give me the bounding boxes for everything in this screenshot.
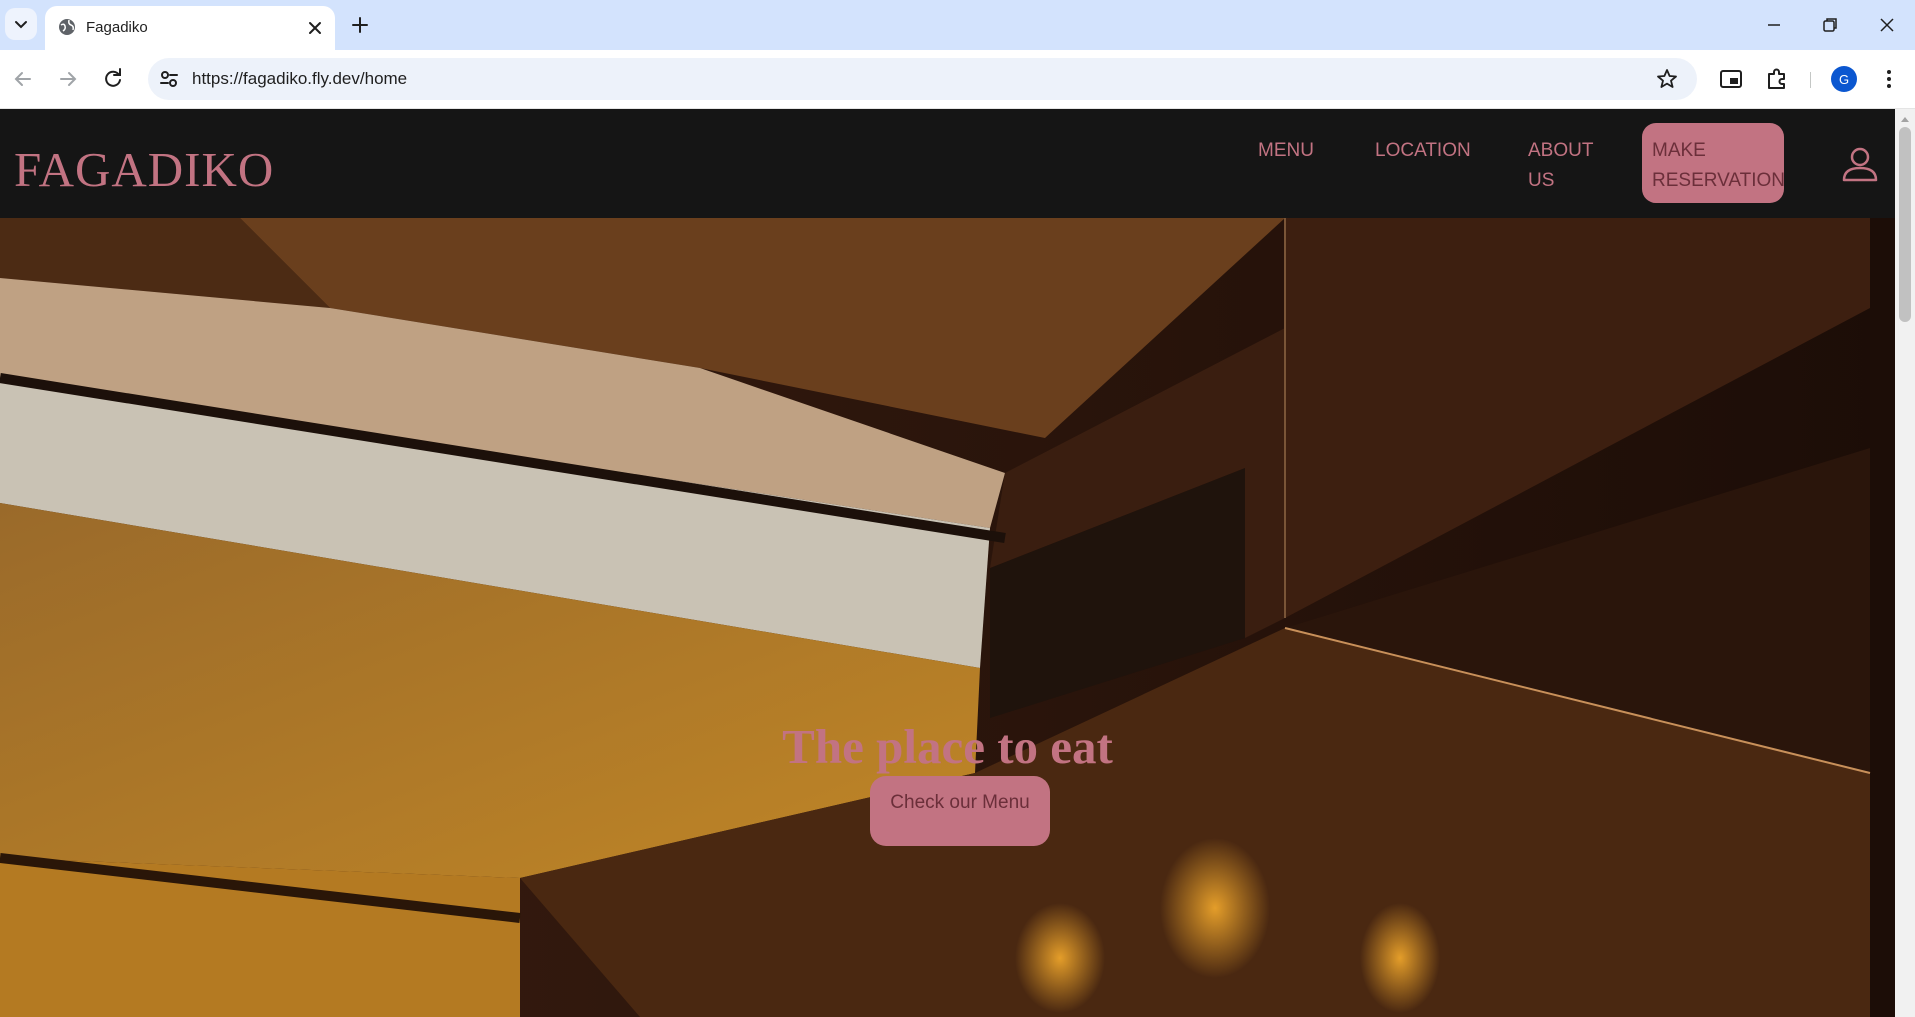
nav-menu-link[interactable]: MENU [1258,136,1314,166]
nav-about-us-link[interactable]: ABOUT US [1528,136,1593,196]
page-viewport: FAGADIKO MENU LOCATION ABOUT US MAKE RES… [0,109,1895,1017]
scroll-up-arrow-icon[interactable] [1900,115,1910,123]
bookmark-star-icon[interactable] [1655,67,1679,91]
tab-title: Fagadiko [86,19,148,36]
url-text: https://fagadiko.fly.dev/home [192,69,408,88]
tab-search-button[interactable] [5,8,37,40]
nav-location-link[interactable]: LOCATION [1375,136,1471,166]
close-window-icon[interactable] [1874,12,1900,38]
kebab-menu-icon[interactable] [1876,66,1902,92]
picture-in-picture-icon[interactable] [1718,66,1744,92]
browser-tab-active[interactable]: Fagadiko [45,6,335,50]
site-header: FAGADIKO MENU LOCATION ABOUT US MAKE RES… [0,109,1895,218]
back-arrow-icon[interactable] [10,66,36,92]
reserve-line1: MAKE [1652,140,1706,161]
globe-icon [59,19,75,35]
reserve-line2: RESERVATION [1652,170,1786,191]
forward-arrow-icon[interactable] [55,66,81,92]
reload-icon[interactable] [100,66,126,92]
new-tab-plus-icon[interactable] [348,13,372,37]
chevron-down-icon [15,21,27,29]
minimize-window-icon[interactable] [1761,12,1787,38]
nav-about-line1: ABOUT [1528,140,1594,161]
browser-tabstrip: Fagadiko [0,0,1915,50]
brand-logo[interactable]: FAGADIKO [14,141,274,198]
hero-title: The place to eat [782,719,1113,774]
site-info-tune-icon[interactable] [156,66,182,92]
user-account-icon[interactable] [1840,144,1880,184]
address-bar[interactable]: https://fagadiko.fly.dev/home [148,58,1697,100]
nav-about-line2: US [1528,170,1555,191]
scrollbar-thumb[interactable] [1899,127,1911,322]
hero-section: The place to eat Check our Menu [0,218,1895,1017]
restore-window-icon[interactable] [1817,12,1843,38]
make-reservation-button[interactable]: MAKE RESERVATION [1642,123,1786,203]
check-menu-button[interactable]: Check our Menu [870,776,1050,846]
extensions-puzzle-icon[interactable] [1764,66,1790,92]
toolbar-separator [1810,72,1811,88]
hero-background-image [0,218,1895,1017]
browser-toolbar: https://fagadiko.fly.dev/home G [0,50,1915,109]
page-scrollbar[interactable] [1895,109,1915,1017]
profile-avatar[interactable]: G [1831,66,1857,92]
close-tab-icon[interactable] [305,18,325,38]
